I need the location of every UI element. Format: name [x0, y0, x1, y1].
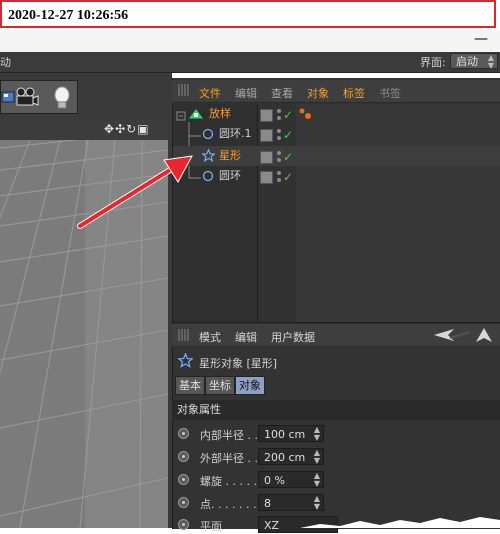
grip-icon[interactable] [178, 329, 192, 341]
am-tab-edit[interactable]: 编辑 [235, 329, 257, 345]
am-tab-mode[interactable]: 模式 [199, 329, 221, 345]
object-row-star[interactable]: 星形 [173, 146, 500, 166]
inner-radius-field[interactable]: 100 cm ▲ ▼ [258, 425, 324, 442]
animate-radio[interactable] [178, 519, 189, 530]
section-header: 对象属性 [172, 400, 500, 420]
animate-radio[interactable] [178, 497, 189, 508]
om-tab-file[interactable]: 文件 [199, 85, 221, 101]
menu-item-partial[interactable]: 动 [0, 54, 11, 70]
object-name: 圆环 [219, 169, 241, 182]
tag-icon[interactable] [298, 107, 314, 121]
viewport-nav-icons: ✥✣↻▣ [104, 122, 150, 136]
back-arrow-icon[interactable] [434, 329, 454, 341]
param-value: 8 [264, 497, 271, 510]
layer-flag[interactable] [260, 129, 273, 142]
render-dot[interactable] [277, 158, 281, 162]
timestamp-text: 2020-12-27 10:26:56 [8, 8, 129, 23]
circle-icon [202, 128, 214, 140]
circle-icon [202, 170, 214, 182]
minimize-button[interactable]: — [474, 30, 488, 48]
layer-flag[interactable] [260, 171, 273, 184]
animate-radio[interactable] [178, 428, 189, 439]
om-tab-edit[interactable]: 编辑 [235, 85, 257, 101]
outer-radius-field[interactable]: 200 cm ▲ ▼ [258, 448, 324, 465]
visibility-dot[interactable] [277, 151, 281, 155]
spiral-field[interactable]: 0 % ▲ ▼ [258, 471, 324, 488]
render-dot[interactable] [277, 116, 281, 120]
param-value: 100 cm [264, 428, 306, 441]
am-tab-coord[interactable]: 坐标 [205, 376, 235, 395]
loft-icon [189, 109, 203, 119]
enabled-check-icon[interactable]: ✓ [283, 150, 293, 164]
grip-icon[interactable] [178, 84, 192, 96]
object-row-circle-1[interactable]: 圆环.1 [173, 124, 500, 144]
maximize-icon[interactable]: ▣ [137, 122, 149, 136]
am-tab-basic[interactable]: 基本 [175, 376, 205, 395]
layer-flag[interactable] [260, 151, 273, 164]
spinner-icon[interactable]: ▲ ▼ [314, 426, 320, 442]
spinner-icon[interactable]: ▲ ▼ [314, 449, 320, 465]
light-bulb-icon[interactable] [49, 84, 73, 110]
object-name: 放样 [209, 107, 231, 120]
spinner-icon[interactable]: ▲ ▼ [314, 472, 320, 488]
layout-select-value: 启动 [456, 55, 478, 68]
am-tab-userdata[interactable]: 用户数据 [271, 329, 315, 345]
star-icon [202, 149, 215, 162]
star-icon [178, 353, 193, 368]
om-tab-objects[interactable]: 对象 [307, 85, 329, 101]
move-icon[interactable]: ✥ [104, 122, 115, 136]
animate-radio[interactable] [178, 474, 189, 485]
animate-radio[interactable] [178, 451, 189, 462]
param-value: 0 % [264, 474, 285, 487]
window-titlebar [0, 30, 500, 52]
enabled-check-icon[interactable]: ✓ [283, 170, 293, 184]
rotate-icon[interactable]: ↻ [126, 122, 137, 136]
scale-icon[interactable]: ✣ [115, 122, 126, 136]
param-label: 外部半径 . . [200, 452, 258, 465]
param-value: XZ [264, 519, 280, 532]
attribute-title: 星形对象 [星形] [199, 357, 278, 370]
annotation-arrow [77, 155, 193, 229]
render-dot[interactable] [277, 178, 281, 182]
up-arrow-icon[interactable] [476, 328, 492, 342]
param-label: 内部半径 . . [200, 429, 258, 442]
object-name: 星形 [219, 149, 241, 162]
visibility-dot[interactable] [277, 129, 281, 133]
om-tab-bookmarks[interactable]: 书签 [379, 85, 401, 101]
enabled-check-icon[interactable]: ✓ [283, 108, 293, 122]
enabled-check-icon[interactable]: ✓ [283, 128, 293, 142]
torn-edge [300, 517, 500, 528]
visibility-dot[interactable] [277, 171, 281, 175]
render-dot[interactable] [277, 136, 281, 140]
am-tab-object[interactable]: 对象 [235, 376, 265, 395]
layer-flag[interactable] [260, 109, 273, 122]
chevron-updown-icon: ▲ ▼ [487, 53, 494, 70]
om-tab-tags[interactable]: 标签 [343, 85, 365, 101]
object-row-loft[interactable]: 放样 [173, 104, 500, 124]
nav-arrows [434, 328, 492, 342]
om-tab-view[interactable]: 查看 [271, 85, 293, 101]
layout-label: 界面: [420, 56, 446, 69]
param-label: 平面 [200, 520, 222, 533]
timestamp-bar: 2020-12-27 10:26:56 [0, 0, 496, 28]
camera-icon[interactable] [13, 84, 39, 110]
object-row-circle[interactable]: 圆环 [173, 166, 500, 186]
param-value: 200 cm [264, 451, 306, 464]
visibility-dot[interactable] [277, 109, 281, 113]
render-toolbar [0, 80, 78, 114]
object-name: 圆环.1 [219, 127, 252, 140]
object-manager-menu [172, 80, 500, 103]
layout-select[interactable]: 启动 ▲ ▼ [450, 53, 498, 70]
